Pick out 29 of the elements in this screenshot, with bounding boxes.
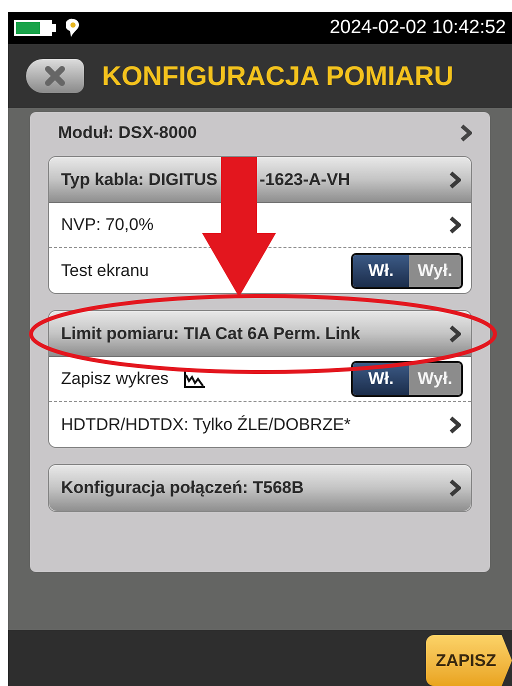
module-row[interactable]: Moduł: DSX-8000 xyxy=(48,112,472,154)
chevron-icon xyxy=(449,324,461,342)
battery-icon xyxy=(14,18,58,38)
screen-title: KONFIGURACJA POMIARU xyxy=(102,60,454,93)
setting-header-row[interactable]: Typ kabla: DIGITUS -1623-A-VH xyxy=(49,157,471,203)
on-off-toggle[interactable]: Wł. Wył. xyxy=(351,252,463,288)
chevron-icon xyxy=(460,124,472,142)
location-pin-icon xyxy=(66,18,80,38)
on-off-toggle[interactable]: Wł. Wył. xyxy=(351,361,463,397)
setting-label: Test ekranu xyxy=(61,260,149,282)
setting-label: Konfiguracja połączeń: T568B xyxy=(61,477,304,500)
close-button[interactable] xyxy=(26,59,84,93)
chevron-icon xyxy=(449,216,461,234)
chevron-icon xyxy=(449,170,461,188)
close-icon xyxy=(44,65,66,87)
setting-header-row[interactable]: Konfiguracja połączeń: T568B xyxy=(49,465,471,511)
setting-label: NVP: 70,0% xyxy=(61,214,155,236)
setting-label: Zapisz wykres xyxy=(61,368,169,390)
on-option[interactable]: Wł. xyxy=(353,254,409,286)
setting-label: Limit pomiaru: TIA Cat 6A Perm. Link xyxy=(61,322,360,345)
setting-label: -1623-A-VH xyxy=(260,168,350,191)
module-label: Moduł: DSX-8000 xyxy=(58,122,198,144)
setting-label: Typ kabla: DIGITUS xyxy=(61,168,218,191)
chevron-icon xyxy=(449,479,461,497)
setting-header-row[interactable]: Limit pomiaru: TIA Cat 6A Perm. Link xyxy=(49,311,471,357)
chevron-icon xyxy=(449,416,461,434)
setting-label: HDTDR/HDTDX: Tylko ŹLE/DOBRZE* xyxy=(61,414,352,436)
save-button[interactable]: ZAPISZ xyxy=(426,635,512,686)
date-time: 2024-02-02 10:42:52 xyxy=(330,16,506,40)
